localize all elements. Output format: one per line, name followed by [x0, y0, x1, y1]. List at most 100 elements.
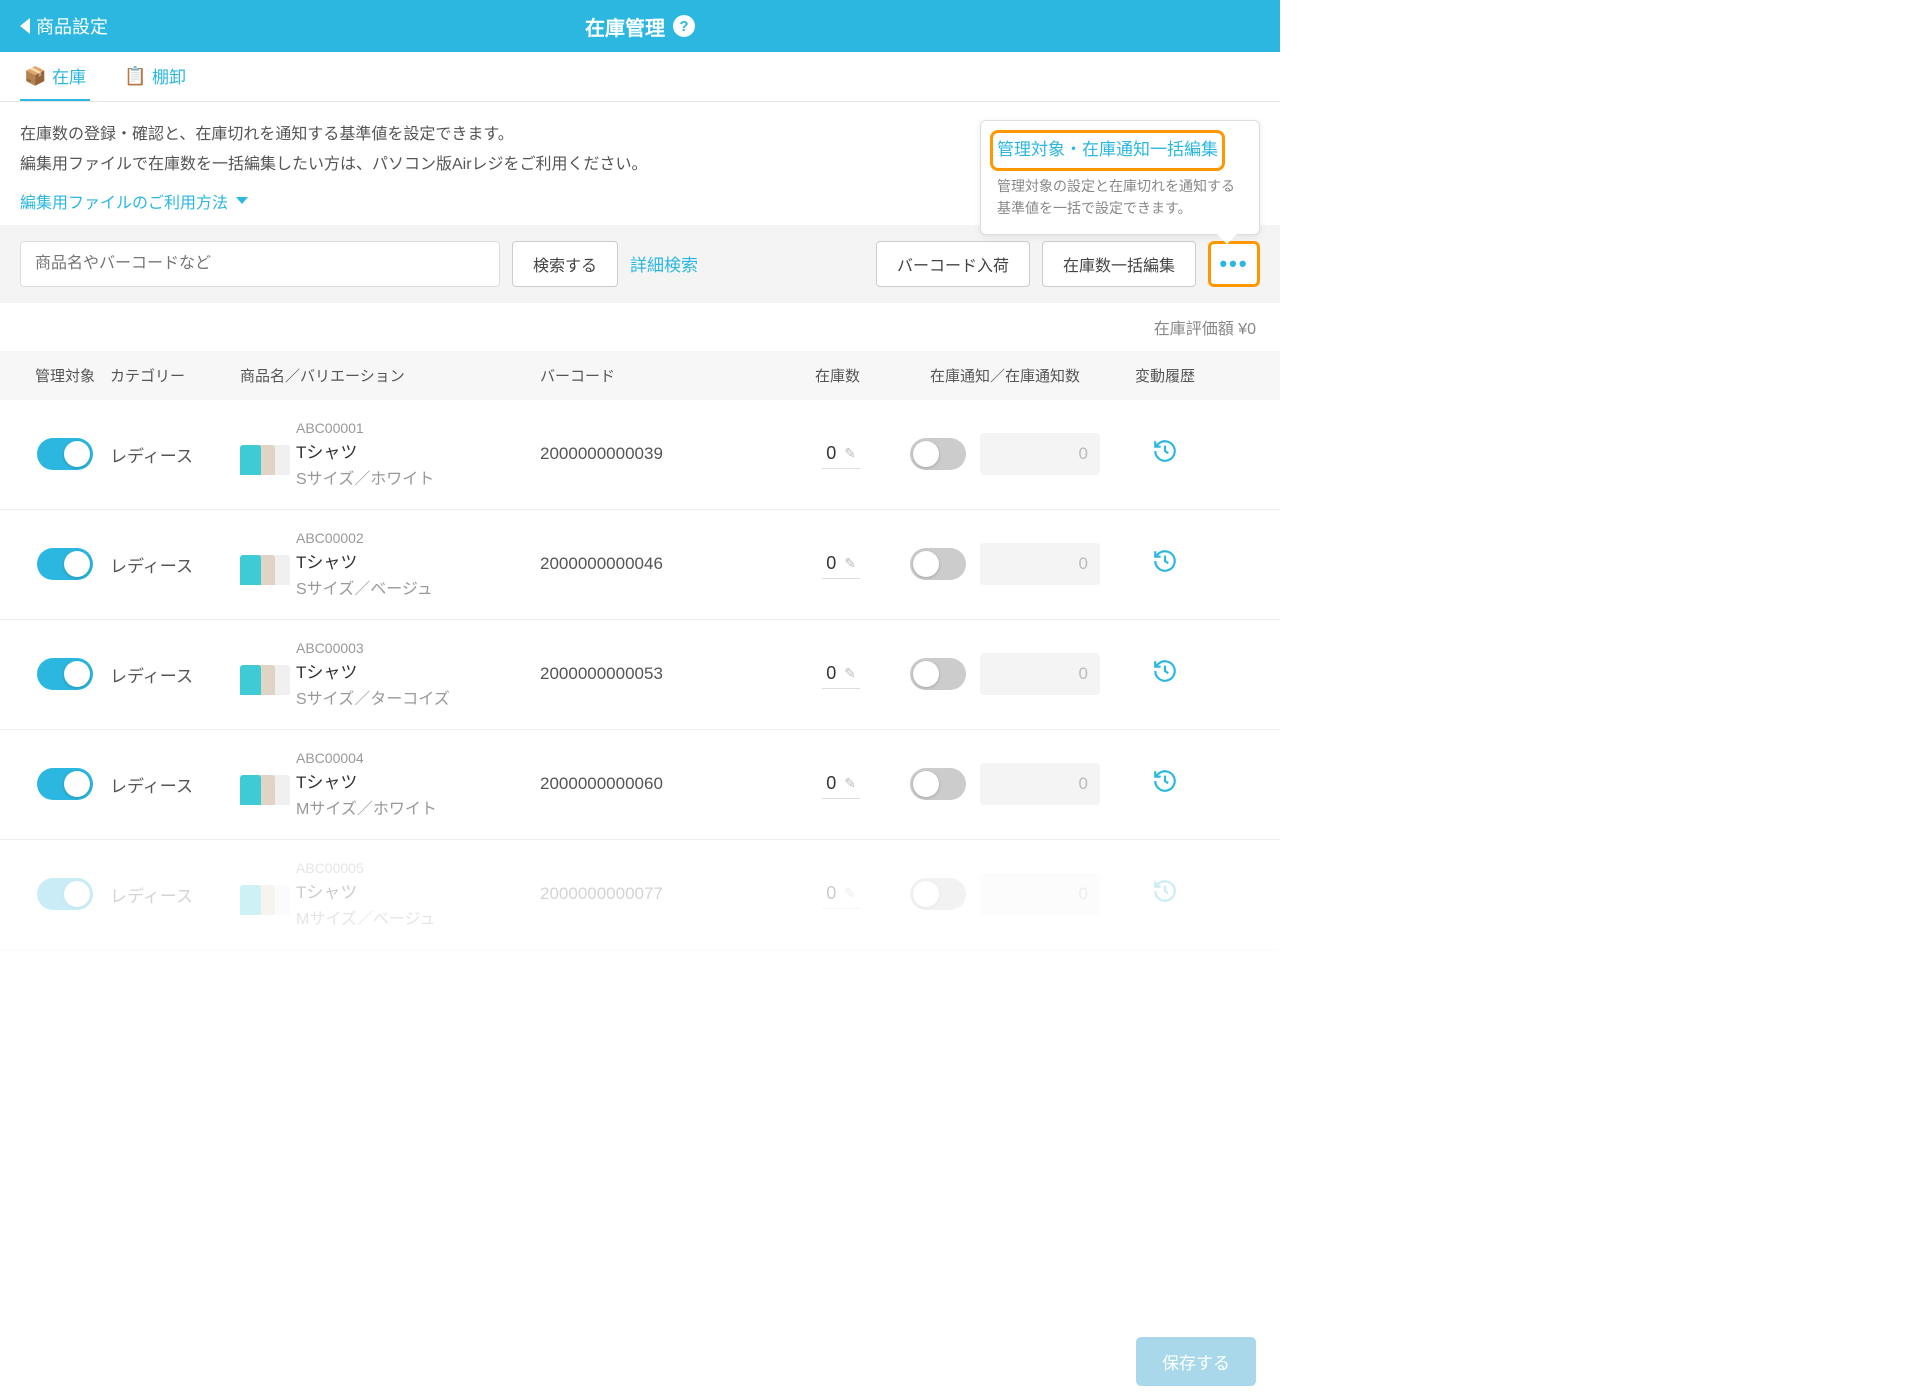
table-row: レディース ABC00001 Tシャツ Sサイズ／ホワイト 2000000000… [0, 400, 1280, 510]
pencil-icon: ✎ [844, 555, 856, 572]
col-stock: 在庫数 [740, 365, 890, 386]
category-text: レディース [110, 772, 193, 797]
stock-value[interactable]: 0✎ [822, 549, 860, 579]
history-icon[interactable] [1152, 658, 1178, 691]
footer: 保存する [0, 1323, 1280, 1400]
chevron-left-icon [20, 18, 30, 34]
clipboard-icon [124, 66, 144, 86]
tab-inventory[interactable]: 棚卸 [120, 52, 190, 101]
barcode-in-button[interactable]: バーコード入荷 [876, 241, 1030, 287]
advanced-search-link[interactable]: 詳細検索 [630, 251, 698, 276]
search-bar: 検索する 詳細検索 バーコード入荷 在庫数一括編集 ••• [0, 225, 1280, 303]
notify-threshold-input[interactable] [980, 433, 1100, 475]
save-button[interactable]: 保存する [1136, 1337, 1256, 1386]
notify-toggle[interactable] [910, 768, 966, 800]
barcode-text: 2000000000046 [540, 554, 663, 574]
search-button[interactable]: 検索する [512, 241, 618, 287]
notify-toggle[interactable] [910, 438, 966, 470]
variation-text: Mサイズ／ベージュ [296, 905, 435, 929]
history-icon[interactable] [1152, 438, 1178, 471]
target-toggle[interactable] [37, 878, 93, 910]
table-header: 管理対象 カテゴリー 商品名／バリエーション バーコード 在庫数 在庫通知／在庫… [0, 351, 1280, 400]
tooltip-popover: 管理対象・在庫通知一括編集 管理対象の設定と在庫切れを通知する基準値を一括で設定… [980, 120, 1260, 235]
barcode-text: 2000000000039 [540, 444, 663, 464]
col-target: 管理対象 [20, 365, 110, 386]
product-name: Tシャツ [296, 548, 433, 573]
notify-toggle[interactable] [910, 658, 966, 690]
product-name: Tシャツ [296, 878, 435, 903]
intro-section: 在庫数の登録・確認と、在庫切れを通知する基準値を設定できます。 編集用ファイルで… [0, 102, 1280, 225]
tooltip-desc: 管理対象の設定と在庫切れを通知する基準値を一括で設定できます。 [997, 175, 1243, 220]
category-text: レディース [110, 882, 193, 907]
product-thumbnail-icon [240, 543, 282, 585]
history-icon[interactable] [1152, 878, 1178, 911]
notify-toggle[interactable] [910, 548, 966, 580]
variation-text: Sサイズ／ターコイズ [296, 685, 450, 709]
notify-threshold-input[interactable] [980, 653, 1100, 695]
tab-stock[interactable]: 在庫 [20, 52, 90, 101]
tab-inventory-label: 棚卸 [152, 63, 186, 88]
barcode-text: 2000000000077 [540, 884, 663, 904]
stock-value[interactable]: 0✎ [822, 659, 860, 689]
pencil-icon: ✎ [844, 885, 856, 902]
product-thumbnail-icon [240, 873, 282, 915]
sku-text: ABC00001 [296, 420, 434, 436]
variation-text: Sサイズ／ベージュ [296, 575, 433, 599]
target-toggle[interactable] [37, 768, 93, 800]
app-header: 商品設定 在庫管理 ? [0, 0, 1280, 52]
notify-threshold-input[interactable] [980, 873, 1100, 915]
more-menu-button[interactable]: ••• [1208, 241, 1260, 287]
sku-text: ABC00005 [296, 860, 435, 876]
product-thumbnail-icon [240, 433, 282, 475]
category-text: レディース [110, 442, 193, 467]
table-row: レディース ABC00002 Tシャツ Sサイズ／ベージュ 2000000000… [0, 510, 1280, 620]
table-row: レディース ABC00005 Tシャツ Mサイズ／ベージュ 2000000000… [0, 840, 1280, 950]
col-barcode: バーコード [540, 365, 740, 386]
sku-text: ABC00002 [296, 530, 433, 546]
history-icon[interactable] [1152, 548, 1178, 581]
bulk-stock-button[interactable]: 在庫数一括編集 [1042, 241, 1196, 287]
target-toggle[interactable] [37, 658, 93, 690]
pencil-icon: ✎ [844, 775, 856, 792]
product-name: Tシャツ [296, 438, 434, 463]
variation-text: Sサイズ／ホワイト [296, 465, 434, 489]
table-row: レディース ABC00004 Tシャツ Mサイズ／ホワイト 2000000000… [0, 730, 1280, 840]
stock-valuation: 在庫評価額 ¥0 [0, 303, 1280, 351]
product-name: Tシャツ [296, 658, 450, 683]
history-icon[interactable] [1152, 768, 1178, 801]
pencil-icon: ✎ [844, 665, 856, 682]
col-name: 商品名／バリエーション [240, 365, 540, 386]
table-body: レディース ABC00001 Tシャツ Sサイズ／ホワイト 2000000000… [0, 400, 1280, 950]
product-thumbnail-icon [240, 653, 282, 695]
notify-toggle[interactable] [910, 878, 966, 910]
chevron-down-icon [236, 197, 248, 204]
product-name: Tシャツ [296, 768, 437, 793]
sku-text: ABC00003 [296, 640, 450, 656]
search-input[interactable] [20, 241, 500, 287]
tabs: 在庫 棚卸 [0, 52, 1280, 102]
target-toggle[interactable] [37, 548, 93, 580]
back-label: 商品設定 [36, 13, 108, 39]
col-category: カテゴリー [110, 365, 240, 386]
help-icon[interactable]: ? [673, 15, 695, 37]
table-row: レディース ABC00003 Tシャツ Sサイズ／ターコイズ 200000000… [0, 620, 1280, 730]
notify-threshold-input[interactable] [980, 543, 1100, 585]
stock-value[interactable]: 0✎ [822, 769, 860, 799]
sku-text: ABC00004 [296, 750, 437, 766]
page-title-wrap: 在庫管理 ? [585, 12, 695, 41]
tooltip-title: 管理対象・在庫通知一括編集 [997, 135, 1218, 160]
tab-stock-label: 在庫 [52, 63, 86, 88]
notify-threshold-input[interactable] [980, 763, 1100, 805]
col-notify: 在庫通知／在庫通知数 [890, 365, 1120, 386]
stock-value[interactable]: 0✎ [822, 439, 860, 469]
col-history: 変動履歴 [1120, 365, 1210, 386]
category-text: レディース [110, 662, 193, 687]
pencil-icon: ✎ [844, 445, 856, 462]
variation-text: Mサイズ／ホワイト [296, 795, 437, 819]
back-button[interactable]: 商品設定 [20, 13, 108, 39]
barcode-text: 2000000000053 [540, 664, 663, 684]
barcode-text: 2000000000060 [540, 774, 663, 794]
stock-value[interactable]: 0✎ [822, 879, 860, 909]
intro-link-label: 編集用ファイルのご利用方法 [20, 189, 228, 213]
target-toggle[interactable] [37, 438, 93, 470]
